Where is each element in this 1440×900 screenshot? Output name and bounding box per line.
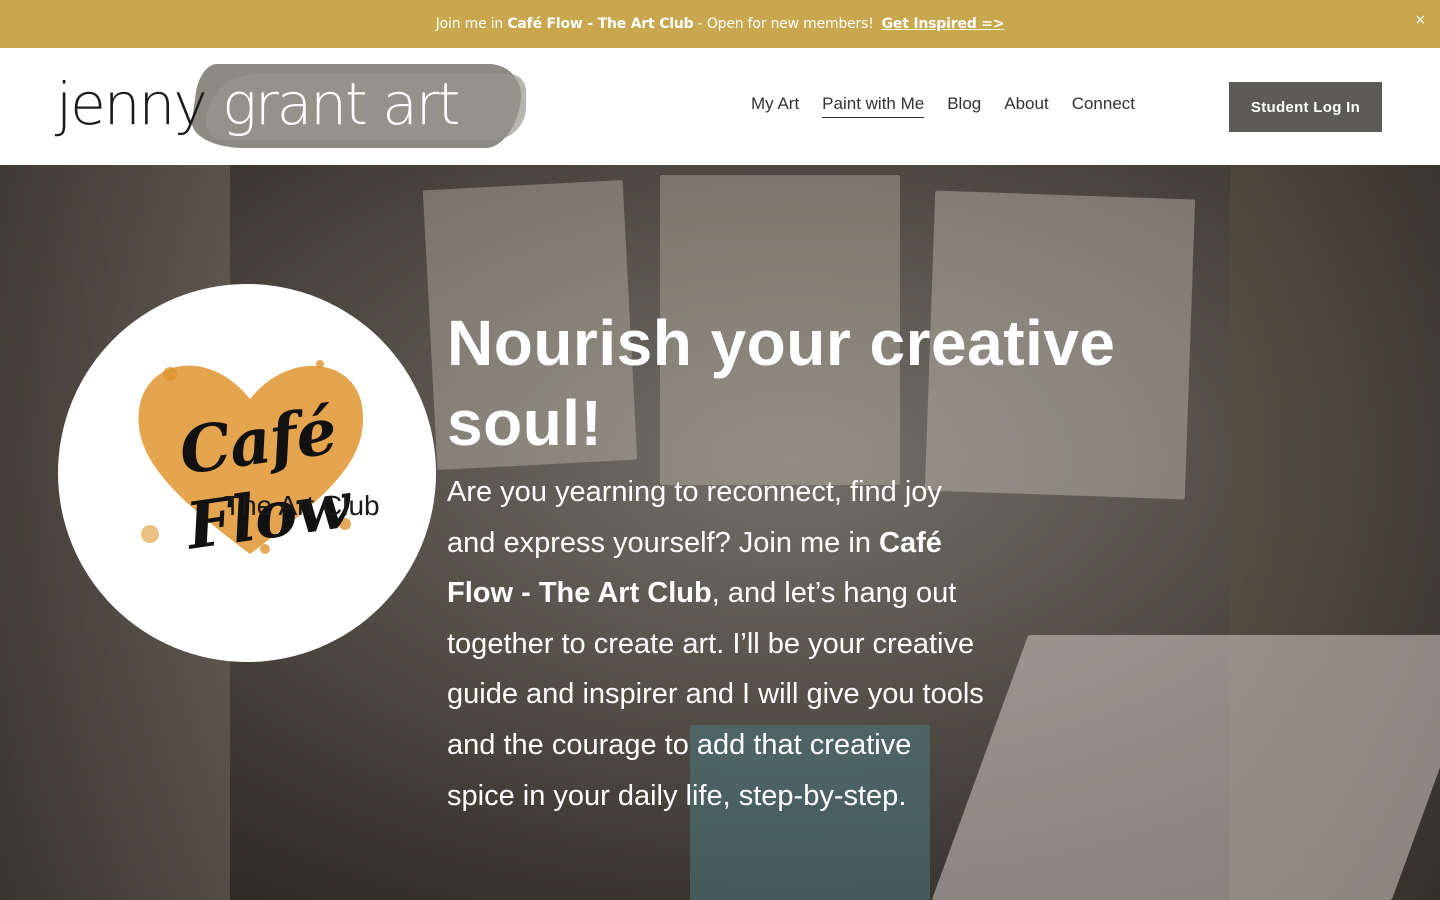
student-login-button[interactable]: Student Log In bbox=[1229, 82, 1382, 132]
nav-item-paint-with-me[interactable]: Paint with Me bbox=[822, 94, 925, 118]
announcement-bar: Join me in Café Flow - The Art Club - Op… bbox=[0, 0, 1440, 48]
close-icon[interactable]: × bbox=[1414, 12, 1426, 28]
nav-item-my-art[interactable]: My Art bbox=[751, 94, 799, 118]
background-table bbox=[931, 635, 1440, 900]
hero-body-part1: Are you yearning to reconnect, find joy … bbox=[447, 476, 942, 559]
announcement-club-name: Café Flow - The Art Club bbox=[507, 16, 694, 32]
logo-text: jenny grant art bbox=[56, 70, 460, 138]
get-inspired-link[interactable]: Get Inspired => bbox=[882, 16, 1005, 32]
site-logo[interactable]: jenny grant art bbox=[56, 60, 526, 152]
nav-item-about[interactable]: About bbox=[1004, 94, 1048, 118]
announcement-suffix: - Open for new members! bbox=[693, 16, 874, 32]
badge-subtitle: The Art Club bbox=[224, 490, 380, 521]
cafe-flow-badge: Café Flow The Art Club bbox=[58, 284, 436, 662]
announcement-prefix: Join me in bbox=[435, 16, 508, 32]
hero-section: Café Flow The Art Club Nourish your crea… bbox=[0, 165, 1440, 900]
logo-text-part1: jenny bbox=[56, 70, 223, 138]
nav-item-blog[interactable]: Blog bbox=[947, 94, 981, 118]
hero-heading: Nourish your creative soul! bbox=[447, 307, 1116, 459]
logo-text-part2: grant art bbox=[222, 70, 460, 138]
hero-body: Are you yearning to reconnect, find joy … bbox=[447, 467, 987, 821]
site-header: jenny grant art My Art Paint with Me Blo… bbox=[0, 48, 1440, 165]
hero-body-part2: , and let’s hang out together to create … bbox=[447, 577, 984, 812]
main-nav: My Art Paint with Me Blog About Connect bbox=[751, 94, 1158, 118]
nav-item-connect[interactable]: Connect bbox=[1072, 94, 1135, 118]
